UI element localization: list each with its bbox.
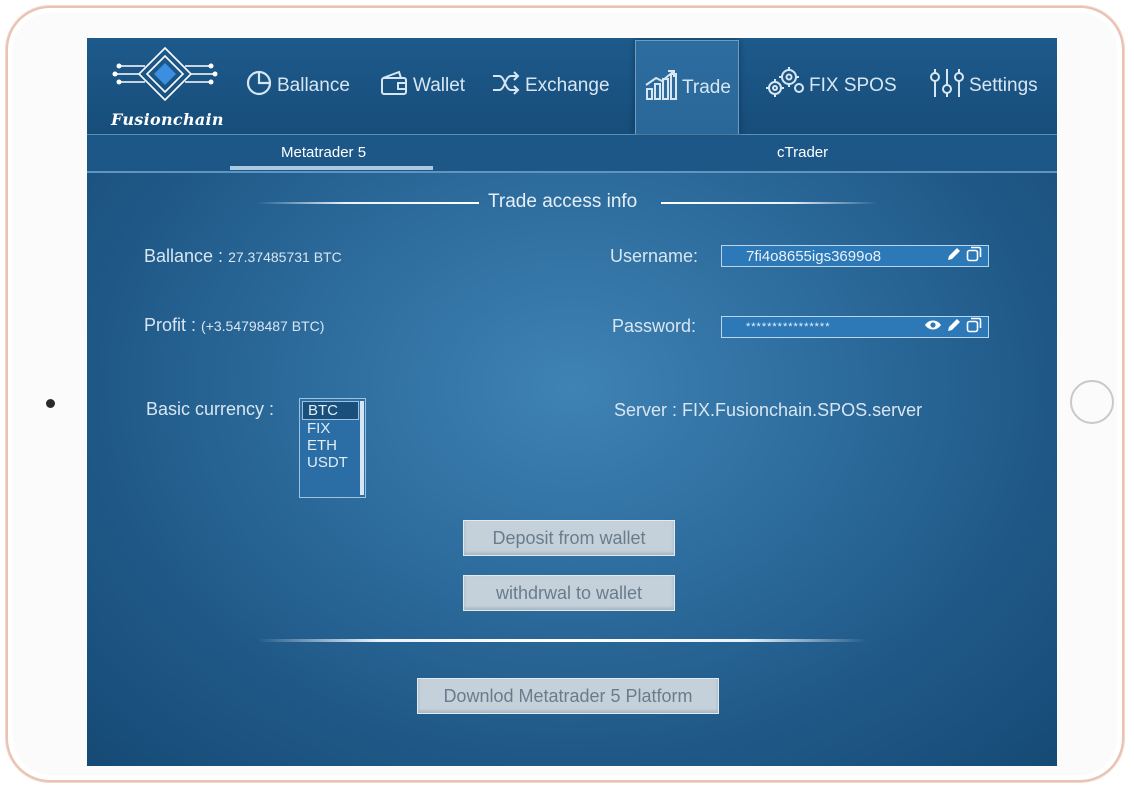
nav-label: Exchange xyxy=(525,75,610,96)
section-line-left xyxy=(257,202,479,204)
download-platform-button[interactable]: Downlod Metatrader 5 Platform xyxy=(417,678,719,714)
tab-metatrader-5[interactable]: Metatrader 5 xyxy=(281,144,366,161)
profit-row: Profit : (+3.54798487 BTC) xyxy=(144,315,324,336)
nav-settings[interactable]: Settings xyxy=(929,68,1038,104)
sliders-icon xyxy=(929,67,965,105)
username-field[interactable]: 7fi4o8655igs3699o8 xyxy=(721,245,989,267)
bar-chart-icon xyxy=(644,69,678,107)
nav-label: Settings xyxy=(969,75,1038,96)
nav-ballance[interactable]: Ballance xyxy=(245,68,350,104)
profit-label: Profit : xyxy=(144,315,197,335)
pencil-icon[interactable] xyxy=(946,246,962,266)
pie-chart-icon xyxy=(245,69,273,103)
nav-label: Wallet xyxy=(413,75,466,96)
currency-option-eth[interactable]: ETH xyxy=(300,437,365,454)
shuffle-icon xyxy=(491,70,521,102)
balance-label: Ballance : xyxy=(144,246,224,266)
password-tools xyxy=(924,317,982,337)
copy-icon[interactable] xyxy=(966,317,982,337)
active-tab-indicator xyxy=(230,166,433,170)
username-tools xyxy=(946,246,982,266)
balance-value: 27.37485731 BTC xyxy=(228,249,342,265)
section-title: Trade access info xyxy=(488,191,638,212)
wallet-icon xyxy=(379,70,409,102)
gears-icon xyxy=(763,66,805,106)
tab-ctrader[interactable]: cTrader xyxy=(777,144,828,161)
copy-icon[interactable] xyxy=(966,246,982,266)
divider-line xyxy=(257,639,867,642)
password-field[interactable]: **************** xyxy=(721,316,989,338)
home-button[interactable] xyxy=(1070,380,1114,424)
eye-icon[interactable] xyxy=(924,318,942,336)
camera-dot xyxy=(46,399,55,408)
balance-row: Ballance : 27.37485731 BTC xyxy=(144,246,342,267)
deposit-from-wallet-button[interactable]: Deposit from wallet xyxy=(463,520,675,556)
pencil-icon[interactable] xyxy=(946,317,962,337)
app-screen: Fusionchain Ballance Wallet Exchange Tra xyxy=(87,38,1057,766)
withdraw-to-wallet-button[interactable]: withdrwal to wallet xyxy=(463,575,675,611)
currency-option-usdt[interactable]: USDT xyxy=(300,454,365,471)
currency-listbox[interactable]: BTC FIX ETH USDT xyxy=(299,398,366,498)
nav-wallet[interactable]: Wallet xyxy=(379,68,465,104)
section-line-right xyxy=(661,202,877,204)
currency-option-btc[interactable]: BTC xyxy=(302,401,359,420)
logo-icon xyxy=(112,46,218,102)
nav-label: Ballance xyxy=(277,75,350,96)
nav-exchange[interactable]: Exchange xyxy=(491,68,610,104)
username-value: 7fi4o8655igs3699o8 xyxy=(746,247,882,265)
server-info: Server : FIX.Fusionchain.SPOS.server xyxy=(614,400,923,420)
brand-name: Fusionchain xyxy=(111,110,224,129)
currency-label: Basic currency : xyxy=(146,399,275,419)
currency-option-fix[interactable]: FIX xyxy=(300,420,365,437)
password-value: **************** xyxy=(746,321,831,333)
password-label: Password: xyxy=(612,316,697,336)
nav-trade[interactable]: Trade xyxy=(635,40,739,134)
nav-label: FIX SPOS xyxy=(809,75,897,96)
top-nav: Fusionchain Ballance Wallet Exchange Tra xyxy=(87,38,1057,135)
profit-value: (+3.54798487 BTC) xyxy=(201,318,325,334)
username-label: Username: xyxy=(610,246,699,266)
listbox-scrollbar[interactable] xyxy=(360,401,364,495)
nav-label: Trade xyxy=(682,76,731,98)
brand-logo[interactable]: Fusionchain xyxy=(101,44,231,132)
nav-fix-spos[interactable]: FIX SPOS xyxy=(763,66,897,106)
